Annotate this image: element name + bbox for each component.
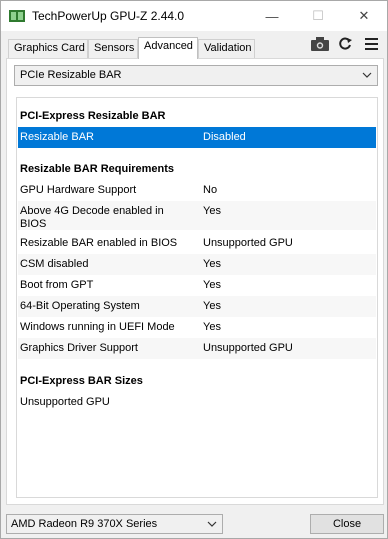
camera-icon[interactable]: [311, 37, 329, 51]
minimize-icon: —: [265, 8, 279, 24]
close-button[interactable]: Close: [310, 514, 384, 534]
gpu-select-value: AMD Radeon R9 370X Series: [11, 518, 158, 530]
refresh-icon[interactable]: [338, 37, 352, 51]
requirement-value: No: [203, 184, 218, 196]
requirement-label: Windows running in UEFI Mode: [20, 321, 175, 333]
bar-sizes-value: Unsupported GPU: [20, 396, 110, 408]
list-item[interactable]: Above 4G Decode enabled in BIOS Yes: [18, 201, 376, 230]
list-item[interactable]: Windows running in UEFI Mode Yes: [18, 317, 376, 338]
tab-sensors[interactable]: Sensors: [88, 39, 138, 58]
requirement-label: Resizable BAR enabled in BIOS: [20, 237, 178, 249]
list-item[interactable]: Boot from GPT Yes: [18, 275, 376, 296]
maximize-button[interactable]: ☐: [295, 1, 341, 31]
list-item[interactable]: Resizable BAR enabled in BIOS Unsupporte…: [18, 233, 376, 254]
list-item[interactable]: Graphics Driver Support Unsupported GPU: [18, 338, 376, 359]
section-dropdown-value: PCIe Resizable BAR: [20, 69, 122, 81]
tab-strip: Graphics Card Sensors Advanced Validatio…: [1, 31, 387, 59]
list-item[interactable]: CSM disabled Yes: [18, 254, 376, 275]
minimize-button[interactable]: —: [249, 1, 295, 31]
bar-section-header: PCI-Express Resizable BAR: [18, 106, 376, 127]
title-bar: TechPowerUp GPU-Z 2.44.0 — ☐ ✕: [1, 1, 387, 31]
chevron-down-icon: [207, 521, 217, 527]
tab-validation[interactable]: Validation: [198, 39, 255, 58]
gpuz-window: TechPowerUp GPU-Z 2.44.0 — ☐ ✕ Graphics …: [0, 0, 388, 539]
requirements-section-header: Resizable BAR Requirements: [18, 159, 376, 180]
list-item[interactable]: 64-Bit Operating System Yes: [18, 296, 376, 317]
section-dropdown[interactable]: PCIe Resizable BAR: [14, 65, 378, 86]
requirement-value: Unsupported GPU: [203, 237, 293, 249]
requirement-label: Above 4G Decode enabled in BIOS: [20, 205, 164, 230]
requirement-value: Yes: [203, 205, 221, 217]
bar-sizes-section-header: PCI-Express BAR Sizes: [18, 371, 376, 392]
requirement-value: Yes: [203, 279, 221, 291]
requirement-label: CSM disabled: [20, 258, 89, 270]
list-item[interactable]: GPU Hardware Support No: [18, 180, 376, 201]
requirement-value: Yes: [203, 258, 221, 270]
requirements-section-title: Resizable BAR Requirements: [20, 163, 175, 175]
requirement-label: Boot from GPT: [20, 279, 94, 291]
maximize-icon: ☐: [312, 8, 324, 23]
requirement-value: Yes: [203, 300, 221, 312]
requirement-label: GPU Hardware Support: [20, 184, 137, 196]
close-button-label: Close: [332, 518, 362, 530]
close-window-button[interactable]: ✕: [341, 1, 387, 31]
gpuz-app-icon: [9, 10, 25, 22]
details-list[interactable]: PCI-Express Resizable BAR Resizable BAR …: [16, 97, 378, 498]
resizable-bar-label: Resizable BAR: [20, 131, 94, 143]
resizable-bar-value: Disabled: [203, 131, 246, 143]
close-icon: ✕: [358, 8, 370, 23]
requirement-label: 64-Bit Operating System: [20, 300, 140, 312]
bar-section-title: PCI-Express Resizable BAR: [20, 110, 166, 122]
tab-advanced[interactable]: Advanced: [138, 37, 198, 59]
list-item[interactable]: Unsupported GPU: [18, 392, 376, 413]
requirement-value: Unsupported GPU: [203, 342, 293, 354]
tab-graphics-card[interactable]: Graphics Card: [8, 39, 88, 58]
gpu-select-dropdown[interactable]: AMD Radeon R9 370X Series: [6, 514, 223, 534]
requirement-label: Graphics Driver Support: [20, 342, 138, 354]
list-item-resizable-bar[interactable]: Resizable BAR Disabled: [18, 127, 376, 148]
hamburger-menu-icon[interactable]: [365, 37, 378, 51]
window-title: TechPowerUp GPU-Z 2.44.0: [32, 9, 185, 23]
chevron-down-icon: [362, 72, 372, 78]
bar-sizes-section-title: PCI-Express BAR Sizes: [20, 375, 143, 387]
requirement-value: Yes: [203, 321, 221, 333]
advanced-panel: PCIe Resizable BAR PCI-Express Resizable…: [6, 58, 384, 505]
